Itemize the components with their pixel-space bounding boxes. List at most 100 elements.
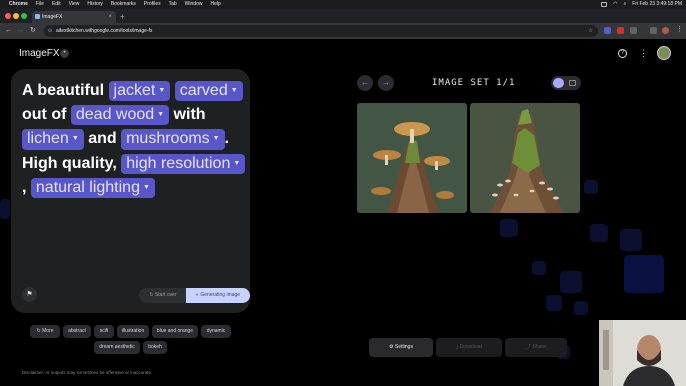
prompt-text-segment: out of [22,106,71,124]
chevron-down-icon: ▼ [233,159,241,167]
background-decoration [546,295,562,311]
new-tab-icon[interactable]: + [120,11,125,22]
prompt-card: A beautiful jacket ▼ carved ▼ out of dead … [11,69,250,313]
menu-profiles[interactable]: Profiles [144,0,161,9]
menu-tab[interactable]: Tab [169,0,177,9]
settings-label: Settings [394,344,413,350]
forward-icon[interactable]: → [17,26,24,36]
chevron-down-icon: ▼ [157,111,165,119]
single-view-icon[interactable] [569,80,576,86]
prompt-chip-dead-wood[interactable]: dead wood ▼ [70,105,170,126]
menu-edit[interactable]: Edit [52,0,61,9]
prompt-text[interactable]: A beautiful jacket ▼ carved ▼ out of dead … [22,79,247,200]
chevron-down-icon: ▼ [71,135,79,143]
style-chip-bokeh[interactable]: bokeh [143,341,167,354]
reload-icon[interactable]: ↻ [30,26,36,36]
settings-button[interactable]: ⚙ Settings [369,338,433,357]
wifi-icon[interactable]: ◠ [613,0,617,9]
extensions-puzzle-icon[interactable] [630,27,637,34]
previous-set-button[interactable]: ← [357,75,373,91]
style-chip-abstract[interactable]: abstract [63,325,91,338]
chip-label: natural lighting [35,179,140,197]
maximize-window-icon[interactable] [21,13,27,19]
menu-chrome[interactable]: Chrome [9,0,28,9]
background-decoration [620,229,642,251]
menu-view[interactable]: View [69,0,80,9]
generate-button[interactable]: ◐ Generating image [186,288,250,303]
prompt-chip-mushrooms[interactable]: mushrooms ▼ [121,129,225,150]
prompt-chip-natural-lighting[interactable]: natural lighting ▼ [30,177,155,199]
browser-tab-strip: ImageFX × + [0,9,686,23]
menu-clock[interactable]: Fri Feb 23 3:49:18 PM [632,0,682,9]
background-decoration [500,219,518,237]
disclaimer-text: Disclaimer: AI outputs may sometimes be … [22,370,153,375]
more-options-icon[interactable]: ⋮ [639,48,648,59]
minimize-window-icon[interactable] [13,13,19,19]
prompt-chip-jacket[interactable]: jacket ▼ [108,81,171,102]
chip-label: dead wood [75,106,155,124]
share-button[interactable]: ⤴ Share [505,338,567,357]
report-flag-button[interactable]: ⚑ [22,287,37,302]
menu-window[interactable]: Window [185,0,203,9]
next-set-button[interactable]: → [378,75,394,91]
side-panel-icon[interactable] [650,27,657,34]
close-tab-icon[interactable]: × [108,11,112,23]
start-over-label: Start over [154,292,177,298]
presenter-video [599,320,686,386]
more-styles-button[interactable]: ↻ More [30,325,60,338]
style-chip-dream-aesthetic[interactable]: dream aesthetic [94,341,140,354]
imagefx-logo[interactable]: ImageFX [19,48,60,59]
tab-title: ImageFX [42,14,63,20]
extension-icon[interactable] [604,27,611,34]
prompt-chip-high-resolution[interactable]: high resolution ▼ [121,153,246,174]
prompt-chip-carved[interactable]: carved ▼ [174,81,243,102]
profile-avatar-icon[interactable] [662,27,669,34]
chip-label: carved [179,82,228,100]
address-bar[interactable]: ⊙ aitestkitchen.withgoogle.com/tools/ima… [44,25,598,37]
spotlight-icon[interactable]: ⌕ [623,0,626,9]
view-toggle[interactable] [551,76,581,90]
background-decoration [560,271,582,293]
bookmark-star-icon[interactable]: ☆ [589,25,593,37]
download-button[interactable]: ⤓ Download [436,338,502,357]
webcam-overlay [599,320,686,386]
info-icon[interactable]: • [60,49,69,58]
arrow-left-icon: ← [361,78,369,87]
menu-help[interactable]: Help [210,0,220,9]
style-chip-blue-and-orange[interactable]: blue and orange [152,325,198,338]
chrome-menu-icon[interactable]: ⋮ [676,25,683,33]
style-chip-illustration[interactable]: illustration [117,325,149,338]
user-avatar[interactable] [657,46,671,60]
chip-label: high resolution [126,154,231,172]
menu-history[interactable]: History [87,0,103,9]
help-icon[interactable]: ? [618,49,627,58]
browser-tab[interactable]: ImageFX × [32,11,116,23]
generating-label: Generating image [200,292,241,298]
back-icon[interactable]: ← [5,26,12,36]
site-info-icon[interactable]: ⊙ [48,25,52,37]
menu-bookmarks[interactable]: Bookmarks [111,0,136,9]
chip-label: mushrooms [126,130,210,148]
share-label: Share [532,344,546,350]
background-decoration [584,180,598,194]
menu-file[interactable]: File [36,0,44,9]
style-chip-scifi[interactable]: scifi [94,325,114,338]
prompt-text-segment: A beautiful [22,82,109,100]
background-decoration [624,255,664,293]
prompt-text-segment: with [169,106,206,124]
start-over-button[interactable]: ↻ Start over [139,288,187,303]
extension-icon[interactable] [617,27,624,34]
background-decoration [532,261,546,275]
background-decoration [0,199,10,219]
style-chip-dynamic[interactable]: dynamic [201,325,231,338]
grid-view-icon[interactable] [553,78,564,88]
battery-icon[interactable] [601,2,608,7]
background-decoration [590,224,608,242]
chevron-down-icon: ▼ [230,87,238,94]
prompt-chip-lichen[interactable]: lichen ▼ [22,129,84,150]
generated-image-1[interactable] [357,103,467,213]
image-set-title: IMAGE SET 1/1 [432,78,516,88]
generated-image-2[interactable] [470,103,580,213]
chevron-down-icon: ▼ [212,135,220,143]
close-window-icon[interactable] [5,13,11,19]
